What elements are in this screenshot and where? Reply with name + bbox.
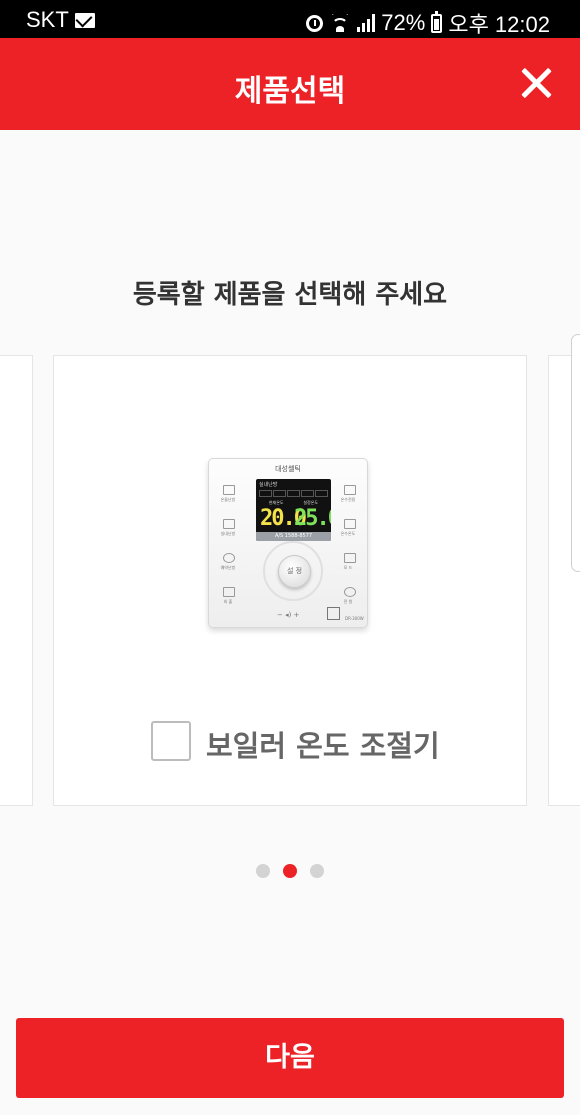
power-icon	[344, 587, 356, 597]
product-name[interactable]: 보일러 온도 조절기	[206, 723, 440, 765]
carrier-name: SKT	[26, 7, 69, 32]
app-header: 제품선택	[0, 38, 580, 130]
device-model: DR-300W	[345, 616, 364, 621]
device-button-label: 실내난방	[220, 531, 236, 536]
status-bar: SKT 72% 오후 12:02	[0, 0, 580, 38]
wifi-icon	[329, 14, 351, 32]
device-display: 실내난방 현재온도 설정온도 20.0 25.0 A/S 1588-8577	[256, 479, 331, 541]
qr-code-icon	[327, 607, 340, 620]
close-button[interactable]	[516, 64, 556, 104]
product-card-previous[interactable]	[0, 355, 33, 806]
device-button-label: 온수전용	[340, 497, 356, 502]
device-button-label: 외 출	[223, 599, 233, 604]
instruction-text: 등록할 제품을 선택해 주세요	[132, 280, 448, 310]
home-icon	[223, 485, 235, 495]
page-indicator	[0, 864, 580, 878]
scroll-indicator	[571, 334, 580, 572]
device-knob: 설 정	[278, 555, 311, 588]
signal-icon	[357, 14, 376, 32]
device-button-label: 모 드	[343, 565, 353, 570]
product-checkbox[interactable]	[151, 721, 191, 761]
water-temp-icon	[344, 519, 356, 529]
next-button[interactable]: 다음	[16, 1018, 564, 1098]
faucet-icon	[344, 485, 356, 495]
product-card-boiler-thermostat[interactable]: 대성쎌틱 온돌난방 실내난방 예약난방 외 출 온수전용 온수온도 모 드 전 …	[53, 355, 527, 806]
page-dot-1[interactable]	[256, 864, 270, 878]
thermostat-image: 대성쎌틱 온돌난방 실내난방 예약난방 외 출 온수전용 온수온도 모 드 전 …	[208, 458, 368, 628]
device-button-label: 예약난방	[220, 565, 236, 570]
door-icon	[223, 587, 235, 597]
device-brand: 대성쎌틱	[275, 465, 301, 473]
clock-icon	[223, 553, 235, 563]
page-dot-2-active[interactable]	[283, 864, 297, 878]
device-button-label: 온돌난방	[220, 497, 236, 502]
page-dot-3[interactable]	[310, 864, 324, 878]
clock: 오후 12:02	[448, 12, 550, 37]
device-button-label: 전 원	[343, 599, 353, 604]
volume-icon: − ◂) +	[277, 611, 300, 619]
set-temp: 25.0	[294, 506, 331, 531]
alarm-icon	[306, 14, 324, 32]
device-mode: 실내난방	[259, 482, 278, 488]
device-hotline: A/S 1588-8577	[256, 532, 331, 541]
battery-percent: 72%	[381, 10, 426, 35]
page-title: 제품선택	[234, 74, 346, 109]
battery-icon	[431, 10, 443, 33]
device-tabs	[259, 490, 328, 497]
menu-icon	[344, 553, 356, 563]
device-button-label: 온수온도	[340, 531, 356, 536]
home-icon	[223, 519, 235, 529]
mail-icon	[74, 12, 95, 28]
